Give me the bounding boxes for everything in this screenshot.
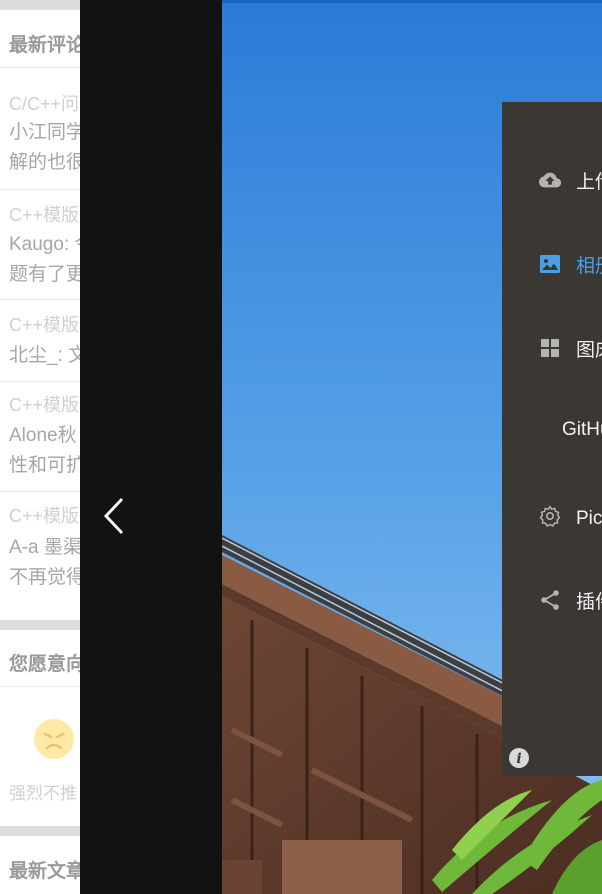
comment-text: 北尘_: 文 bbox=[9, 345, 80, 366]
menu-item-label: 插件设置 bbox=[576, 592, 602, 613]
survey-option[interactable]: 强烈不推 bbox=[9, 779, 77, 804]
comment-title[interactable]: C++模版 bbox=[9, 311, 79, 337]
divider bbox=[0, 381, 80, 382]
menu-item-label: GitHub bbox=[562, 419, 602, 440]
latest-articles-title: 最新文章 bbox=[9, 861, 80, 882]
comment-text: 解的也很 bbox=[9, 152, 80, 173]
menu-item-label: 上传区 bbox=[576, 172, 602, 193]
comment-text: 小江同学 bbox=[9, 122, 80, 143]
menu-item-plugin-settings[interactable]: 插件设置 bbox=[502, 569, 602, 629]
menu-item-label: 相册 bbox=[576, 256, 602, 277]
info-icon[interactable]: i bbox=[508, 747, 530, 769]
comment-title[interactable]: C++模版 bbox=[9, 391, 79, 417]
comment-text: Kaugo: 今 bbox=[9, 234, 80, 255]
comment-text: 题有了更 bbox=[9, 264, 80, 285]
menu-item-github[interactable]: GitHub bbox=[502, 401, 602, 461]
comment-text: 不再觉得 bbox=[9, 567, 80, 588]
latest-comments-title: 最新评论 bbox=[9, 35, 80, 56]
menu-item-album[interactable]: 相册 bbox=[502, 233, 602, 293]
comment-title[interactable]: C++模版 bbox=[9, 502, 79, 528]
settings-menu: 上传区 相册 图床设置 GitHub PicGo设置 bbox=[502, 102, 602, 776]
menu-item-picgo-settings[interactable]: PicGo设置 bbox=[502, 485, 602, 545]
divider bbox=[0, 67, 80, 68]
grid-icon bbox=[541, 339, 559, 357]
share-icon bbox=[541, 590, 559, 610]
svg-text:i: i bbox=[516, 751, 521, 767]
angry-emoji-icon[interactable] bbox=[34, 719, 74, 759]
divider bbox=[0, 189, 80, 190]
menu-item-label: PicGo设置 bbox=[576, 508, 602, 529]
menu-item-picbed-settings[interactable]: 图床设置 bbox=[502, 317, 602, 377]
image-viewer-backdrop bbox=[80, 0, 222, 894]
menu-item-label: 图床设置 bbox=[576, 340, 602, 361]
background-page: 最新评论 C/C++问 小江同学 解的也很 C++模版 Kaugo: 今 题有了… bbox=[0, 0, 80, 894]
divider bbox=[0, 491, 80, 492]
divider bbox=[0, 299, 80, 300]
comment-title[interactable]: C/C++问 bbox=[9, 90, 79, 116]
menu-item-upload[interactable]: 上传区 bbox=[502, 149, 602, 209]
section-divider bbox=[0, 620, 80, 630]
comment-text: A-a 墨渠 bbox=[9, 537, 80, 558]
comment-text: 性和可扩 bbox=[9, 455, 80, 476]
divider bbox=[0, 686, 80, 687]
comment-text: Alone秋 bbox=[9, 425, 77, 446]
gear-icon bbox=[539, 505, 561, 527]
section-divider bbox=[0, 826, 80, 836]
image-icon bbox=[540, 255, 560, 273]
chevron-left-icon[interactable] bbox=[100, 496, 130, 536]
survey-title: 您愿意向 bbox=[9, 654, 80, 675]
comment-title[interactable]: C++模版 bbox=[9, 201, 79, 227]
section-divider bbox=[0, 0, 80, 10]
cloud-upload-icon bbox=[539, 172, 562, 188]
